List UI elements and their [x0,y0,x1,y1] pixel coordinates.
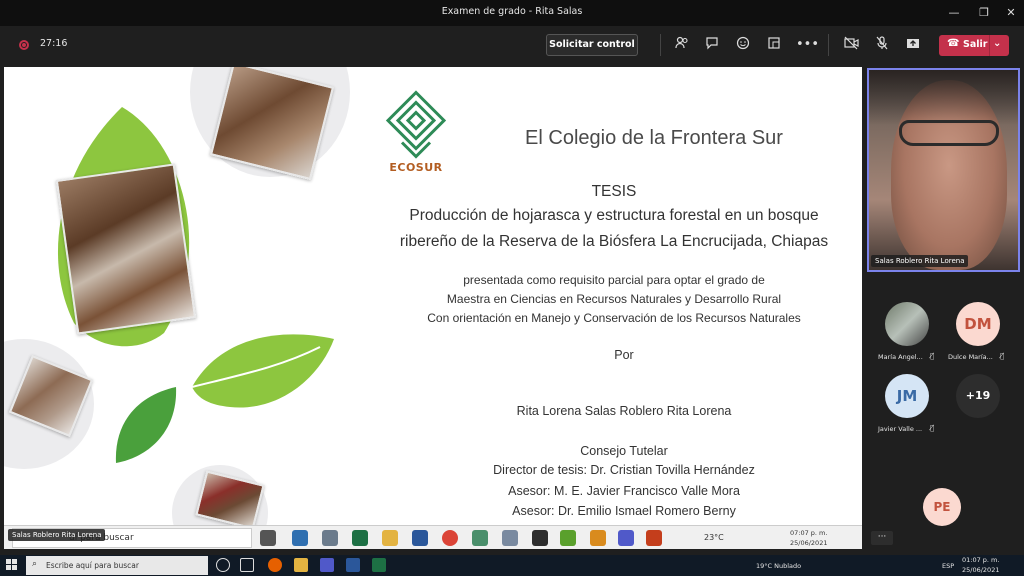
tesis-heading: TESIS [591,183,637,200]
leave-button[interactable]: ☎ Salir ⌄ [939,35,1009,56]
cortana-icon[interactable] [216,558,230,572]
rooms-icon[interactable] [765,36,783,54]
powerpoint-icon [646,530,662,546]
close-icon[interactable]: ✕ [1002,4,1020,22]
chat-icon[interactable] [703,36,721,54]
teams-icon[interactable] [320,558,334,572]
shared-clock-time: 07:07 p. m. [790,529,828,537]
folder-icon [382,530,398,546]
speaker-name-tag: Salas Roblero Rita Lorena [871,255,969,267]
participant-avatar[interactable]: PE [923,488,961,526]
search-icon: ⌕ [32,559,38,569]
firefox-icon[interactable] [268,558,282,572]
mic-off-icon: 🎙̸ [930,352,935,360]
task-view-icon [260,530,276,546]
speaker-glasses [899,120,999,146]
asesor1-line: Asesor: M. E. Javier Francisco Valle Mor… [508,484,740,498]
phone-icon: ☎ [947,38,960,49]
asesor2-line: Asesor: Dr. Emilio Ismael Romero Berny [512,504,736,518]
teams-icon [618,530,634,546]
participant-label: Dulce María... [948,353,993,361]
thesis-title-line2: ribereño de la Reserva de la Biósfera La… [399,233,829,250]
excel-icon[interactable] [372,558,386,572]
author-name: Rita Lorena Salas Roblero Rita Lorena [516,404,732,418]
toolbar-divider [660,34,661,56]
meeting-toolbar: 27:16 Solicitar control ••• ☎ Salir ⌄ [0,26,1024,64]
taskbar-search-input[interactable]: ⌕ Escribe aquí para buscar [26,556,208,575]
speaker-hair [869,70,1018,125]
mic-off-icon: 🎙̸ [930,424,935,432]
chevron-down-icon[interactable]: ⌄ [993,38,1001,49]
shared-slide: ECOSUR El Colegio de la Frontera Sur TES… [4,67,862,549]
share-icon[interactable] [904,36,922,54]
minimize-icon[interactable]: — [945,4,963,22]
qgis-icon [560,530,576,546]
taskbar-clock-time[interactable]: 01:07 p. m. [962,556,999,564]
presented-line1: presentada como requisito parcial para o… [463,273,765,287]
app-icon [292,530,308,546]
more-actions-icon[interactable]: ••• [796,36,819,54]
app-icon [322,530,338,546]
app-icon [590,530,606,546]
participant-label: Javier Valle ... [878,425,923,433]
language-indicator[interactable]: ESP [942,562,954,570]
participant-label: María Angel... [878,353,923,361]
taskbar-search-text: Escribe aquí para buscar [46,561,139,570]
shared-screen-taskbar: uí para buscar 23°C 07:07 p. m. 25/06/20… [4,525,862,549]
presented-line2: Maestra en Ciencias en Recursos Naturale… [446,292,782,306]
mic-off-icon[interactable] [873,36,891,54]
participants-icon[interactable] [673,36,691,54]
small-leaf-icon [115,387,177,463]
task-view-icon[interactable] [240,558,254,572]
meeting-timer: 27:16 [40,38,68,49]
word-icon [412,530,428,546]
leaf-litter-tray-photo [55,163,197,335]
leave-divider [989,35,990,56]
consejo-heading: Consejo Tutelar [580,444,668,458]
maximize-icon[interactable]: ❐ [975,4,993,22]
shared-clock: 07:07 p. m. 25/06/2021 [790,528,827,548]
participant-avatar[interactable]: DM [956,302,1000,346]
request-control-button[interactable]: Solicitar control [546,34,638,56]
more-participants-button[interactable]: +19 [956,374,1000,418]
por-label: Por [614,348,634,362]
thesis-title-line1: Producción de hojarasca y estructura for… [409,207,819,224]
folder-icon[interactable] [294,558,308,572]
reactions-icon[interactable] [734,36,752,54]
presented-line3: Con orientación en Manejo y Conservación… [427,311,801,325]
participant-avatar[interactable] [885,302,929,346]
recording-icon [19,40,29,50]
more-options-button[interactable]: ··· [871,531,893,545]
toolbar-divider [828,34,829,56]
ecosur-logo-text: ECOSUR [389,161,443,174]
institution-title: El Colegio de la Frontera Sur [525,127,783,149]
participant-avatar[interactable]: JM [885,374,929,418]
taskbar-clock-date[interactable]: 25/06/2021 [962,566,999,574]
camera-off-icon[interactable] [843,36,861,54]
mic-off-icon: 🎙̸ [1000,352,1005,360]
excel-icon [352,530,368,546]
leave-label: Salir [963,39,988,50]
window-title: Examen de grado - Rita Salas [441,6,583,17]
windows-taskbar: ⌕ Escribe aquí para buscar 19°C Nublado … [0,555,1024,576]
presenter-name-tag: Salas Roblero Rita Lorena [8,529,106,541]
weather-text[interactable]: 19°C Nublado [756,562,801,570]
medium-leaf-icon [191,334,334,408]
r-icon [502,530,518,546]
director-line: Director de tesis: Dr. Cristian Tovilla … [493,463,755,477]
shared-clock-date: 25/06/2021 [790,539,828,547]
speaker-video[interactable] [867,68,1020,272]
window-title-bar: Examen de grado - Rita Salas — ❐ ✕ [0,0,1024,26]
windows-start-icon[interactable] [6,559,18,571]
word-icon[interactable] [346,558,360,572]
shared-temperature: 23°C [704,533,724,542]
chrome-icon [442,530,458,546]
app-icon [532,530,548,546]
app-icon [472,530,488,546]
